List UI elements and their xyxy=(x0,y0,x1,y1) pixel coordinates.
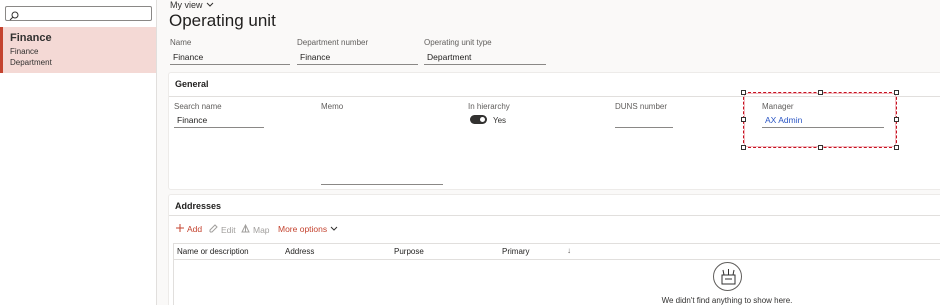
general-section-header[interactable]: General xyxy=(175,79,209,89)
divider xyxy=(173,243,174,305)
divider xyxy=(173,259,940,260)
map-button[interactable]: Map xyxy=(241,223,270,235)
in-hierarchy-value: Yes xyxy=(493,116,507,125)
view-label: My view xyxy=(170,0,203,10)
department-number-label: Department number xyxy=(297,38,369,47)
edit-label: Edit xyxy=(221,224,236,235)
search-name-label: Search name xyxy=(174,102,222,111)
map-icon xyxy=(241,223,250,235)
plus-icon xyxy=(176,224,184,234)
search-icon xyxy=(9,8,19,26)
column-header-primary[interactable]: Primary xyxy=(502,247,530,256)
view-selector[interactable]: My view xyxy=(170,0,214,10)
resize-handle[interactable] xyxy=(818,145,823,150)
empty-state-icon xyxy=(713,262,742,291)
list-item-line1: Finance xyxy=(10,47,39,56)
pencil-icon xyxy=(209,224,218,235)
resize-handle[interactable] xyxy=(741,90,746,95)
duns-number-field[interactable] xyxy=(615,114,673,128)
sort-arrow-icon[interactable]: ↓ xyxy=(567,246,571,255)
manager-field[interactable]: AX Admin xyxy=(762,114,884,128)
list-item-title: Finance xyxy=(10,32,52,44)
resize-handle[interactable] xyxy=(894,145,899,150)
list-item-finance[interactable]: Finance Finance Department xyxy=(0,27,156,73)
add-label: Add xyxy=(187,224,203,234)
edit-button[interactable]: Edit xyxy=(209,224,236,235)
chevron-down-icon xyxy=(206,0,214,10)
manager-label: Manager xyxy=(762,102,794,111)
column-header-purpose[interactable]: Purpose xyxy=(394,247,424,256)
operating-unit-type-field[interactable]: Department xyxy=(424,51,546,65)
in-hierarchy-label: In hierarchy xyxy=(468,102,510,111)
resize-handle[interactable] xyxy=(741,117,746,122)
toggle-knob xyxy=(480,117,485,122)
list-pane: Finance Finance Department xyxy=(0,0,157,305)
addresses-section: Addresses xyxy=(168,194,940,305)
memo-field[interactable] xyxy=(321,113,443,185)
map-label: Map xyxy=(253,224,270,235)
more-options-button[interactable]: More options xyxy=(278,224,338,234)
resize-handle[interactable] xyxy=(894,90,899,95)
resize-handle[interactable] xyxy=(894,117,899,122)
duns-number-label: DUNS number xyxy=(615,102,668,111)
column-header-address[interactable]: Address xyxy=(285,247,314,256)
column-header-name[interactable]: Name or description xyxy=(177,247,249,256)
divider xyxy=(169,215,940,216)
divider xyxy=(173,243,940,244)
more-options-label: More options xyxy=(278,224,328,234)
list-item-line2: Department xyxy=(10,58,52,67)
page-title: Operating unit xyxy=(169,11,276,30)
search-input[interactable] xyxy=(5,6,152,21)
resize-handle[interactable] xyxy=(741,145,746,150)
operating-unit-type-label: Operating unit type xyxy=(424,38,492,47)
empty-state-message: We didn't find anything to show here. xyxy=(661,296,793,305)
name-label: Name xyxy=(170,38,192,47)
chevron-down-icon xyxy=(330,224,338,234)
add-button[interactable]: Add xyxy=(176,224,202,234)
memo-label: Memo xyxy=(321,102,344,111)
resize-handle[interactable] xyxy=(818,90,823,95)
addresses-section-header[interactable]: Addresses xyxy=(175,201,221,211)
search-name-field[interactable]: Finance xyxy=(174,114,264,128)
in-hierarchy-toggle[interactable] xyxy=(470,115,487,124)
name-field[interactable]: Finance xyxy=(170,51,290,65)
department-number-field[interactable]: Finance xyxy=(297,51,418,65)
